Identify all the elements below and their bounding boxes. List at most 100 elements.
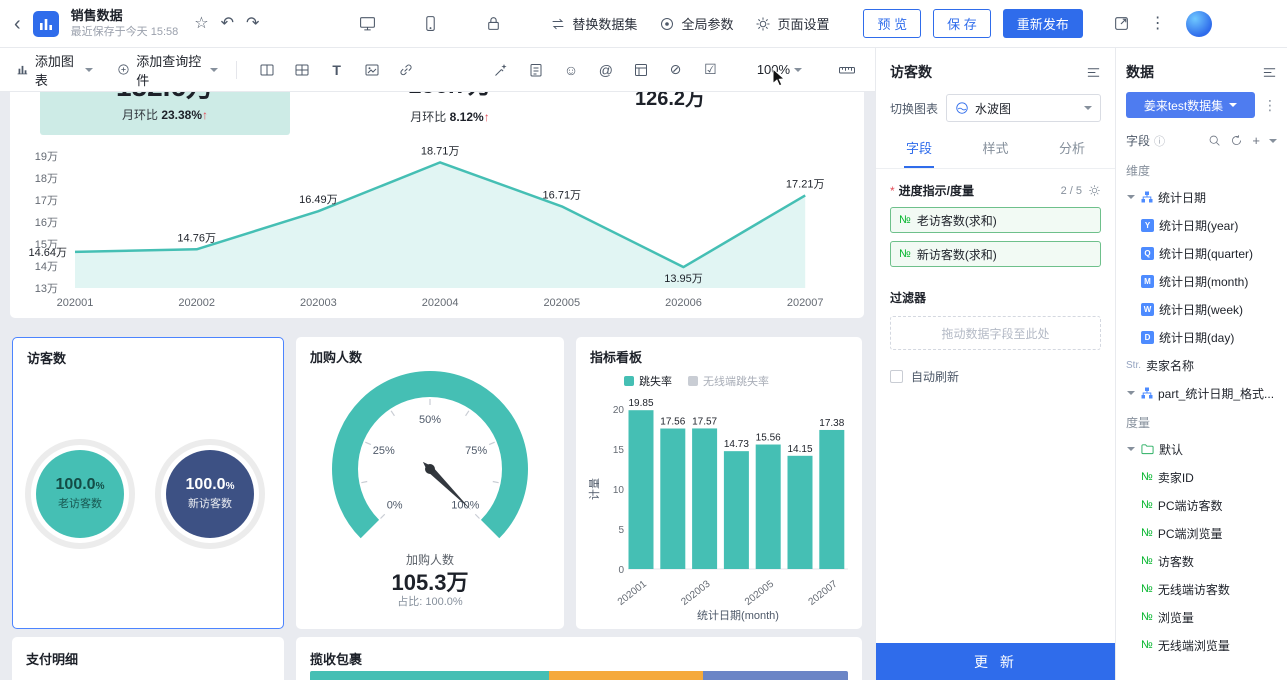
dimension-item[interactable]: D统计日期(day)	[1137, 323, 1281, 351]
lock-icon[interactable]	[485, 15, 502, 32]
svg-text:17.56: 17.56	[660, 417, 685, 428]
measure-item[interactable]: №卖家ID	[1137, 463, 1281, 491]
kpi-board-card[interactable]: 指标看板 跳失率 无线端跳失率 0510152019.8517.5617.571…	[576, 337, 862, 629]
trend-chart-card[interactable]: 152.6万 月环比 23.38%↑ 156.7万 月环比 8.12%↑ 126…	[10, 92, 864, 318]
measure-field-pill[interactable]: № 老访客数(求和)	[890, 207, 1101, 233]
text-tool-icon[interactable]: T	[324, 57, 349, 83]
clipboard-icon[interactable]	[524, 57, 549, 83]
dashboard-logo-icon	[33, 11, 59, 37]
measure-item[interactable]: №PC端浏览量	[1137, 519, 1281, 547]
measure-folder[interactable]: 默认	[1122, 435, 1281, 463]
filter-disable-icon[interactable]: ⊘	[663, 57, 688, 83]
measure-field-pill[interactable]: № 新访客数(求和)	[890, 241, 1101, 267]
metric-value: 152.6万	[40, 92, 290, 104]
stacked-bar-chart	[310, 671, 848, 680]
layout-grid-icon[interactable]	[289, 57, 314, 83]
config-tabs: 字段 样式 分析	[876, 134, 1115, 169]
link-tool-icon[interactable]	[394, 57, 419, 83]
more-menu-icon[interactable]: ⋮	[1150, 16, 1166, 32]
emoji-icon[interactable]: ☺	[559, 57, 584, 83]
web-component-icon[interactable]: @	[593, 57, 618, 83]
gear-icon[interactable]	[1088, 184, 1101, 197]
preview-button[interactable]: 预 览	[863, 9, 921, 38]
dataset-more-icon[interactable]: ⋮	[1263, 97, 1277, 114]
chevron-down-icon	[210, 68, 218, 76]
favorite-star-icon[interactable]: ☆	[194, 16, 208, 32]
gauge-card[interactable]: 加购人数 0%25%50%75%100% 加购人数 105.3万 占比: 100…	[296, 337, 564, 629]
collapse-panel-icon[interactable]	[1262, 65, 1277, 80]
dimension-item[interactable]: part_统计日期_格式...	[1122, 379, 1281, 407]
measure-item[interactable]: №无线端浏览量	[1137, 631, 1281, 659]
svg-text:14.73: 14.73	[724, 439, 749, 450]
metric-value: 126.2万	[585, 92, 755, 110]
add-query-control-button[interactable]: 添加查询控件	[117, 51, 217, 89]
open-in-new-icon[interactable]	[1113, 15, 1130, 32]
svg-text:202003: 202003	[679, 578, 712, 607]
dimension-item[interactable]: 统计日期	[1122, 183, 1281, 211]
legend-item[interactable]: 跳失率	[624, 373, 672, 389]
tab-style[interactable]: 样式	[980, 134, 1010, 168]
chart-type-select[interactable]: 水波图	[946, 94, 1101, 122]
mobile-preview-icon[interactable]	[422, 15, 439, 32]
page-settings-button[interactable]: 页面设置	[755, 14, 829, 33]
ruler-icon[interactable]	[834, 57, 859, 83]
chart-config-panel: 访客数 切换图表 水波图 字段 样式 分析 * 进度指示/度量 2 / 5	[875, 48, 1115, 680]
add-chart-button[interactable]: 添加图表	[16, 51, 93, 89]
desktop-preview-icon[interactable]	[359, 15, 376, 32]
tab-analysis[interactable]: 分析	[1057, 134, 1087, 168]
measure-item[interactable]: №访客数	[1137, 547, 1281, 575]
svg-text:5: 5	[618, 525, 624, 536]
search-icon[interactable]	[1208, 134, 1221, 147]
plus-circle-icon	[117, 62, 130, 77]
dimension-item[interactable]: Str.卖家名称	[1122, 351, 1281, 379]
numeric-icon: №	[1141, 471, 1153, 483]
measure-list: 默认 №卖家ID№PC端访客数№PC端浏览量№访客数№无线端访客数№浏览量№无线…	[1116, 435, 1287, 659]
chevron-down-icon[interactable]	[1269, 139, 1277, 147]
republish-button[interactable]: 重新发布	[1003, 9, 1083, 38]
legend-item[interactable]: 无线端跳失率	[688, 373, 769, 389]
dimension-item[interactable]: M统计日期(month)	[1137, 267, 1281, 295]
top-header: ‹ 销售数据 最近保存于今天 15:58 ☆ ↶ ↷ 替换数据集	[0, 0, 1287, 48]
refresh-icon[interactable]	[1230, 134, 1243, 147]
gauge-metric-sub: 占比: 100.0%	[296, 593, 564, 609]
target-icon	[659, 16, 675, 32]
auto-refresh-checkbox[interactable]	[890, 370, 903, 383]
back-icon[interactable]: ‹	[14, 14, 21, 34]
dimension-item[interactable]: Y统计日期(year)	[1137, 211, 1281, 239]
layout-split-icon[interactable]	[255, 57, 280, 83]
visitors-card[interactable]: 访客数 100.0% 老访客数 100.0% 新访客数	[12, 337, 284, 629]
tab-fields[interactable]: 字段	[904, 134, 934, 168]
measure-item[interactable]: №无线端访客数	[1137, 575, 1281, 603]
undo-icon[interactable]: ↶	[221, 16, 234, 32]
svg-text:202003: 202003	[300, 297, 337, 309]
global-params-button[interactable]: 全局参数	[659, 14, 733, 33]
stacked-bar-segment	[549, 671, 703, 680]
dimension-item[interactable]: W统计日期(week)	[1137, 295, 1281, 323]
zoom-select[interactable]: 100%	[757, 62, 802, 77]
dataset-select-button[interactable]: 姜来test数据集	[1126, 92, 1255, 118]
dimension-item[interactable]: Q统计日期(quarter)	[1137, 239, 1281, 267]
payment-detail-card[interactable]: 支付明细	[12, 637, 284, 680]
measure-item[interactable]: №PC端访客数	[1137, 491, 1281, 519]
material-icon[interactable]	[628, 57, 653, 83]
save-button[interactable]: 保 存	[933, 9, 991, 38]
redo-icon[interactable]: ↷	[246, 16, 259, 32]
replace-dataset-button[interactable]: 替换数据集	[550, 14, 637, 33]
dimensions-group-label: 维度	[1116, 155, 1287, 183]
measure-item[interactable]: №浏览量	[1137, 603, 1281, 631]
page-title: 销售数据	[71, 9, 179, 24]
svg-text:0%: 0%	[387, 499, 403, 511]
parcel-card[interactable]: 揽收包裹	[296, 637, 862, 680]
checklist-icon[interactable]: ☑	[698, 57, 723, 83]
user-avatar[interactable]	[1186, 11, 1212, 37]
filter-dropzone[interactable]: 拖动数据字段至此处	[890, 316, 1101, 350]
image-tool-icon[interactable]	[359, 57, 384, 83]
theme-icon[interactable]	[489, 57, 514, 83]
dashboard-canvas[interactable]: 152.6万 月环比 23.38%↑ 156.7万 月环比 8.12%↑ 126…	[0, 92, 875, 680]
svg-text:202006: 202006	[665, 297, 702, 309]
update-button[interactable]: 更 新	[876, 643, 1116, 680]
add-field-icon[interactable]: +	[1252, 133, 1260, 148]
measures-group-label: 度量	[1116, 407, 1287, 435]
collapse-panel-icon[interactable]	[1086, 65, 1101, 80]
edit-toolbar: 添加图表 添加查询控件 T ☺ @ ⊘ ☑	[0, 48, 875, 92]
